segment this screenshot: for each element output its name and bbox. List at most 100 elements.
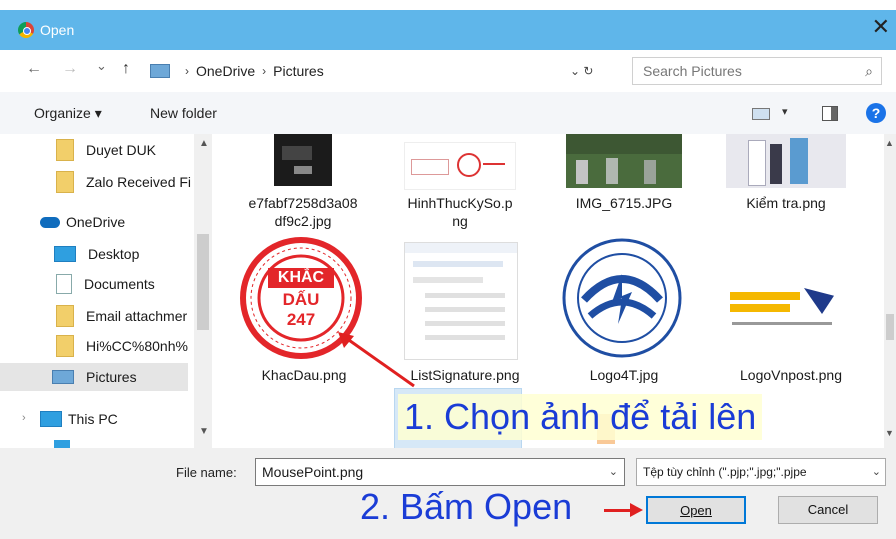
folder-icon bbox=[56, 171, 74, 193]
chrome-icon bbox=[18, 22, 34, 38]
desktop-icon bbox=[54, 246, 76, 262]
file-type-value: Tệp tùy chỉnh (".pjp;".jpg;".pjpe bbox=[643, 465, 807, 479]
sidebar-scrollbar[interactable]: ▲ ▼ bbox=[194, 134, 212, 448]
logo4t-graphic bbox=[562, 238, 682, 358]
file-label-e7fabf[interactable]: e7fabf7258d3a08 df9c2.jpg bbox=[234, 194, 372, 230]
thumbnail-logo4t[interactable] bbox=[560, 238, 684, 358]
sidebar-item-label: Duyet DUK bbox=[86, 142, 157, 158]
recent-locations-icon[interactable]: ⌄ bbox=[96, 58, 107, 74]
thumbnail-e7fabf[interactable] bbox=[274, 134, 332, 186]
thumbnail-kiem-tra[interactable] bbox=[726, 134, 846, 188]
up-arrow-icon[interactable]: ↑ bbox=[122, 60, 130, 78]
command-bar: Organize ▾ New folder ▾ ? bbox=[0, 92, 896, 135]
pictures-icon bbox=[52, 370, 74, 384]
preview-pane-icon[interactable] bbox=[822, 106, 838, 121]
annotation-step-2: 2. Bấm Open bbox=[360, 486, 573, 527]
sidebar-item-label: Pictures bbox=[86, 369, 137, 385]
search-input[interactable]: Search Pictures ⌕ bbox=[632, 57, 882, 85]
sidebar-item-label: Hi%CC%80nh% bbox=[86, 338, 188, 354]
sidebar-item-hinh[interactable]: Hi%CC%80nh% bbox=[56, 332, 188, 360]
sidebar-item-label: Documents bbox=[84, 276, 155, 292]
forward-arrow-icon[interactable]: → bbox=[62, 60, 78, 78]
folder-icon bbox=[56, 139, 74, 161]
scroll-down-icon[interactable]: ▼ bbox=[885, 428, 894, 438]
file-name: ListSignature.png bbox=[410, 367, 520, 383]
chevron-down-icon[interactable]: ⌄ bbox=[609, 459, 618, 485]
refresh-icon[interactable]: ⌄ ↻ bbox=[570, 64, 593, 78]
stamp-line-2: DẤU bbox=[282, 290, 320, 309]
sidebar-item-label: OneDrive bbox=[66, 214, 126, 230]
titlebar: Open ✕ bbox=[0, 10, 896, 50]
sidebar-item-onedrive[interactable]: OneDrive bbox=[40, 208, 125, 236]
file-name: e7fabf7258d3a08 df9c2.jpg bbox=[248, 195, 358, 229]
file-name-input[interactable]: MousePoint.png ⌄ bbox=[255, 458, 625, 486]
sidebar-item-zalo[interactable]: Zalo Received Fi bbox=[56, 168, 191, 196]
drive-icon bbox=[54, 440, 70, 448]
scroll-thumb[interactable] bbox=[886, 314, 894, 340]
breadcrumb-onedrive[interactable]: OneDrive bbox=[196, 63, 255, 79]
address-bar[interactable]: › OneDrive › Pictures bbox=[150, 58, 622, 84]
sidebar-item-this-pc[interactable]: This PC bbox=[40, 405, 118, 433]
scroll-thumb[interactable] bbox=[197, 234, 209, 330]
file-label-logo4t[interactable]: Logo4T.jpg bbox=[554, 366, 694, 384]
computer-icon bbox=[40, 411, 62, 427]
chevron-right-icon[interactable]: › bbox=[22, 412, 26, 424]
file-label-logovnpost[interactable]: LogoVnpost.png bbox=[716, 366, 866, 384]
search-placeholder: Search Pictures bbox=[643, 63, 742, 79]
file-name: Logo4T.jpg bbox=[589, 367, 659, 383]
sidebar-item-label: Email attachmer bbox=[86, 308, 188, 324]
file-label-hinhthuckyso[interactable]: HinhThucKySo.p ng bbox=[390, 194, 530, 230]
red-arrow-annotation bbox=[338, 332, 415, 388]
top-strip bbox=[0, 0, 896, 10]
folder-icon bbox=[56, 305, 74, 327]
close-icon[interactable]: ✕ bbox=[872, 16, 890, 38]
file-name: LogoVnpost.png bbox=[740, 367, 842, 383]
navigation-bar: ← → ⌄ ↑ › OneDrive › Pictures ⌄ ↻ Search… bbox=[0, 50, 896, 92]
organize-button[interactable]: Organize ▾ bbox=[34, 105, 102, 122]
window-title: Open bbox=[40, 22, 75, 38]
file-name-value: MousePoint.png bbox=[262, 464, 364, 480]
open-button[interactable]: Open bbox=[646, 496, 746, 524]
help-icon[interactable]: ? bbox=[866, 103, 886, 123]
stamp-line-1: KHẮC bbox=[277, 269, 325, 286]
files-scrollbar[interactable]: ▲ ▼ bbox=[884, 134, 896, 448]
file-type-select[interactable]: Tệp tùy chỉnh (".pjp;".jpg;".pjpe ⌄ bbox=[636, 458, 886, 486]
file-name: HinhThucKySo.p ng bbox=[407, 195, 513, 229]
sidebar-item-email-attachments[interactable]: Email attachmer bbox=[56, 302, 187, 330]
new-folder-button[interactable]: New folder bbox=[150, 105, 217, 121]
chevron-down-icon[interactable]: ▾ bbox=[782, 105, 788, 118]
folder-icon bbox=[56, 335, 74, 357]
thumbnail-logovnpost[interactable] bbox=[724, 282, 844, 340]
sidebar-item-duyet-duk[interactable]: Duyet DUK bbox=[56, 136, 156, 164]
location-icon bbox=[150, 64, 170, 78]
navigation-pane: Duyet DUK Zalo Received Fi OneDrive Desk… bbox=[0, 134, 212, 448]
path-separator: › bbox=[262, 64, 267, 78]
annotation-step-1: 1. Chọn ảnh để tải lên bbox=[398, 394, 763, 440]
sidebar-item-label: This PC bbox=[68, 411, 118, 427]
path-separator: › bbox=[185, 64, 189, 78]
sidebar-item-label: Desktop bbox=[88, 246, 140, 262]
cloud-icon bbox=[40, 216, 60, 228]
view-options-icon[interactable] bbox=[752, 108, 770, 120]
sidebar-item-pictures[interactable]: Pictures bbox=[0, 363, 188, 391]
sidebar-item-desktop[interactable]: Desktop bbox=[54, 240, 139, 268]
breadcrumb-pictures[interactable]: Pictures bbox=[273, 63, 324, 79]
open-button-label: Open bbox=[680, 503, 712, 518]
file-label-kiem-tra[interactable]: Kiểm tra.png bbox=[716, 194, 856, 212]
scroll-up-icon[interactable]: ▲ bbox=[885, 138, 894, 148]
sidebar-item-documents[interactable]: Documents bbox=[56, 270, 155, 298]
cancel-button[interactable]: Cancel bbox=[778, 496, 878, 524]
sidebar-item-label: Zalo Received Fi bbox=[86, 174, 192, 190]
chevron-down-icon: ⌄ bbox=[869, 459, 881, 485]
scroll-up-icon[interactable]: ▲ bbox=[199, 138, 209, 149]
search-icon: ⌕ bbox=[865, 63, 873, 79]
thumbnail-hinhthuckyso[interactable] bbox=[404, 142, 516, 190]
file-name-label: File name: bbox=[176, 465, 237, 480]
file-name: Kiểm tra.png bbox=[746, 195, 826, 211]
document-icon bbox=[56, 274, 72, 294]
scroll-down-icon[interactable]: ▼ bbox=[199, 426, 209, 437]
thumbnail-img-6715[interactable] bbox=[566, 134, 682, 188]
back-arrow-icon[interactable]: ← bbox=[26, 60, 42, 78]
file-name: IMG_6715.JPG bbox=[575, 195, 673, 211]
file-label-img-6715[interactable]: IMG_6715.JPG bbox=[554, 194, 694, 212]
